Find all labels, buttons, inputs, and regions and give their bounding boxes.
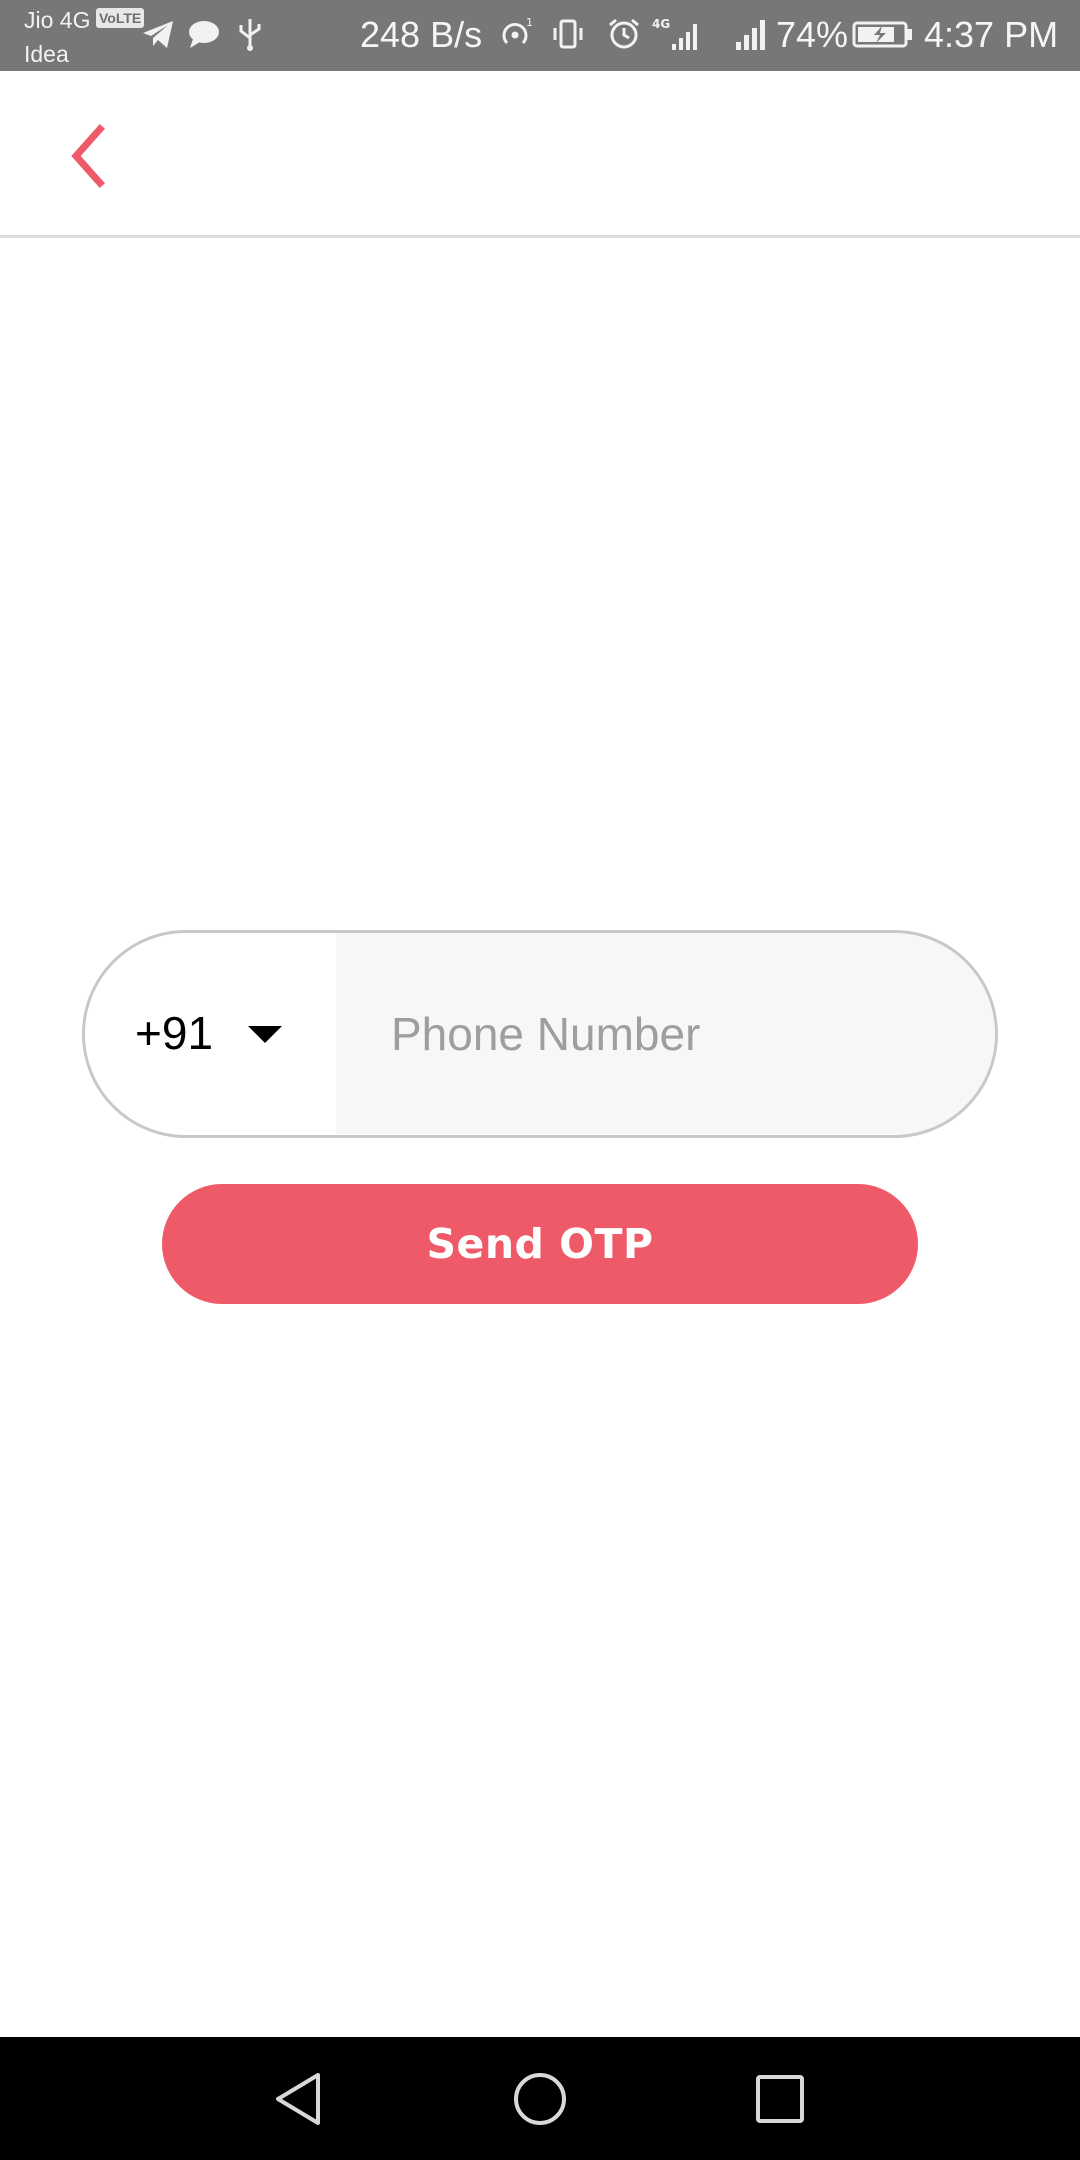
app-bar [0,71,1080,238]
country-code-picker[interactable]: +91 [85,933,336,1135]
signal-icon [736,20,765,50]
caret-down-icon [248,1026,282,1043]
back-triangle-icon[interactable] [268,2067,332,2131]
svg-text:4G: 4G [652,17,670,31]
usb-icon [239,19,261,51]
chevron-left-icon [71,124,105,188]
vibrate-icon [553,19,583,49]
screen: Jio 4G VoLTE Idea 248 B/s 1 4G 74% 4:37 … [0,0,1080,2160]
phone-number-input[interactable] [336,933,995,1135]
phone-input-wrapper [336,933,995,1135]
send-otp-button[interactable]: Send OTP [162,1184,918,1304]
message-icon [189,21,219,48]
battery-percent: 74% [776,14,849,55]
hotspot-icon: 1 [502,16,533,45]
carrier-secondary: Idea [24,41,69,67]
country-code: +91 [135,1007,214,1059]
battery-charging-icon [852,21,912,48]
system-nav-bar [0,2037,1080,2160]
back-button[interactable] [58,121,128,191]
alarm-icon [609,18,639,49]
recents-square-icon[interactable] [748,2067,812,2131]
network-speed: 248 B/s [360,14,483,55]
carrier-primary: Jio 4G [24,7,91,33]
volte-badge: VoLTE [96,8,145,28]
clock: 4:37 PM [924,14,1059,55]
phone-field: +91 [82,930,998,1138]
home-circle-icon[interactable] [508,2067,572,2131]
svg-text:1: 1 [526,16,533,29]
telegram-icon [143,21,173,48]
signal-4g-icon: 4G [652,17,697,50]
status-bar: Jio 4G VoLTE Idea 248 B/s 1 4G 74% 4:37 … [0,0,1080,71]
